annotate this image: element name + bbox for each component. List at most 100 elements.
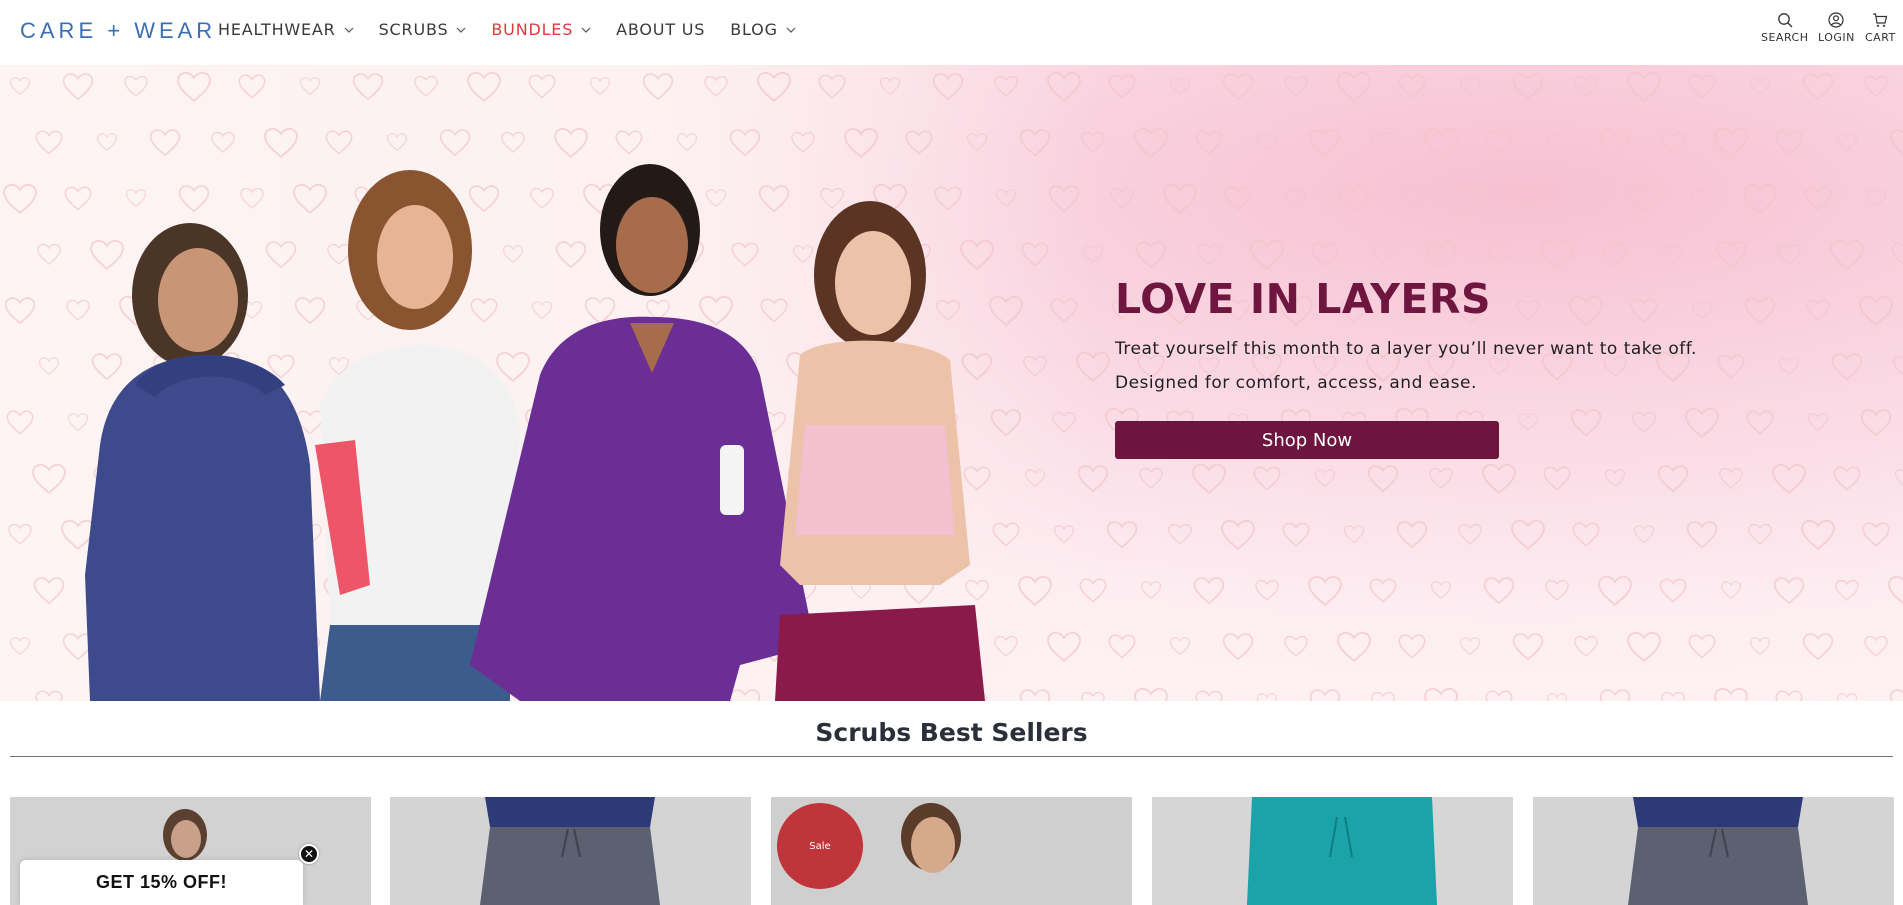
shop-now-button[interactable]: Shop Now <box>1115 421 1499 459</box>
heart-pattern-mark <box>1864 75 1888 98</box>
heart-pattern-mark <box>1598 575 1632 607</box>
heart-pattern-mark <box>1744 297 1776 325</box>
heart-pattern-mark <box>1543 466 1571 491</box>
heart-pattern-mark <box>1893 355 1903 378</box>
heart-pattern-mark <box>1424 127 1458 159</box>
heart-pattern-mark <box>299 77 321 96</box>
nav-item-label: SCRUBS <box>378 20 449 39</box>
heart-pattern-mark <box>1546 133 1568 152</box>
heart-pattern-mark <box>1169 77 1191 96</box>
heart-pattern-mark <box>1574 75 1598 98</box>
heart-pattern-mark <box>1282 522 1310 547</box>
heart-pattern-mark <box>1894 469 1903 488</box>
nav-item-scrubs[interactable]: SCRUBS <box>379 20 467 39</box>
heart-pattern-mark <box>1657 465 1689 493</box>
heart-pattern-mark <box>1806 299 1830 322</box>
product-card[interactable] <box>1533 797 1894 905</box>
search-label: SEARCH <box>1761 31 1809 44</box>
product-image <box>1533 797 1894 905</box>
heart-pattern-mark <box>1801 519 1835 551</box>
heart-pattern-mark <box>9 637 31 656</box>
heart-pattern-mark <box>1859 295 1893 327</box>
heart-pattern-mark <box>1720 581 1742 600</box>
heart-pattern-mark <box>1139 467 1163 490</box>
heart-pattern-mark <box>1627 631 1661 663</box>
chevron-down-icon <box>456 27 466 33</box>
heart-pattern-mark <box>1425 241 1457 269</box>
heart-pattern-mark <box>1572 522 1600 547</box>
nav-item-label: BLOG <box>730 20 778 39</box>
heart-pattern-mark <box>1077 465 1109 493</box>
chevron-down-icon <box>581 27 591 33</box>
heart-pattern-mark <box>8 523 32 546</box>
chevron-down-icon <box>786 27 796 33</box>
heart-pattern-mark <box>1514 186 1542 211</box>
nav-item-bundles[interactable]: BUNDLES <box>491 20 591 39</box>
heart-pattern-mark <box>1772 463 1806 495</box>
heart-pattern-mark <box>1511 519 1545 551</box>
heart-pattern-mark <box>1197 243 1221 266</box>
heart-pattern-mark <box>4 297 36 325</box>
heart-pattern-mark <box>1601 242 1629 267</box>
heart-pattern-mark <box>1836 693 1858 701</box>
sale-badge: Sale <box>777 803 863 889</box>
heart-pattern-mark <box>1424 687 1458 701</box>
heart-pattern-mark <box>1168 523 1192 546</box>
close-icon[interactable]: ✕ <box>299 844 319 864</box>
heart-pattern-mark <box>1688 634 1716 659</box>
heart-pattern-mark <box>1482 463 1516 495</box>
heart-pattern-mark <box>62 73 94 101</box>
heart-pattern-mark <box>1512 73 1544 101</box>
product-card[interactable] <box>390 797 751 905</box>
login-label: LOGIN <box>1818 31 1855 44</box>
heart-pattern-mark <box>1108 634 1136 659</box>
heart-pattern-mark <box>1662 245 1684 264</box>
heart-pattern-mark <box>1337 71 1371 103</box>
heart-pattern-mark <box>1250 239 1284 271</box>
heart-pattern-mark <box>1864 635 1888 658</box>
heart-pattern-mark <box>1079 578 1107 603</box>
heart-pattern-mark <box>1659 578 1687 603</box>
cart-button[interactable]: CART <box>1865 12 1896 44</box>
chevron-down-icon <box>344 27 354 33</box>
product-card[interactable]: Sale <box>771 797 1132 905</box>
heart-pattern-mark <box>1688 74 1716 99</box>
product-card[interactable] <box>1152 797 1513 905</box>
heart-pattern-mark <box>1255 579 1279 602</box>
login-button[interactable]: LOGIN <box>1818 12 1855 44</box>
heart-pattern-mark <box>1108 74 1136 99</box>
heart-pattern-mark <box>704 75 728 98</box>
heart-pattern-mark <box>1889 129 1903 157</box>
heart-pattern-mark <box>1835 579 1859 602</box>
heart-pattern-mark <box>1777 243 1801 266</box>
heart-pattern-mark <box>1253 466 1281 491</box>
heart-pattern-mark <box>1163 183 1197 215</box>
heart-pattern-mark <box>1134 127 1168 159</box>
heart-pattern-mark <box>1106 521 1138 549</box>
search-button[interactable]: SEARCH <box>1761 12 1809 44</box>
heart-pattern-mark <box>1398 634 1426 659</box>
heart-pattern-mark <box>1195 690 1223 701</box>
heart-pattern-mark <box>1400 187 1424 210</box>
heart-pattern-mark <box>1604 469 1626 488</box>
hero-banner: LOVE IN LAYERS Treat yourself this month… <box>0 65 1903 701</box>
heart-pattern-mark <box>1195 130 1223 155</box>
nav-item-about-us[interactable]: ABOUT US <box>616 20 705 39</box>
heart-pattern-mark <box>1343 525 1365 544</box>
heart-pattern-mark <box>1052 411 1076 434</box>
discount-popup-tab[interactable]: GET 15% OFF! <box>20 860 303 905</box>
model-purple-top <box>470 164 815 701</box>
nav-item-healthwear[interactable]: HEALTHWEAR <box>218 20 354 39</box>
best-sellers-title: Scrubs Best Sellers <box>815 718 1088 747</box>
hero-subtitle-line-2: Designed for comfort, access, and ease. <box>1115 373 1477 393</box>
heart-pattern-mark <box>1222 73 1254 101</box>
heart-pattern-mark <box>1743 183 1777 215</box>
nav-item-blog[interactable]: BLOG <box>730 20 796 39</box>
heart-pattern-mark <box>1719 467 1743 490</box>
brand-logo[interactable]: CARE + WEAR <box>20 18 216 44</box>
heart-pattern-mark <box>1748 523 1772 546</box>
heart-pattern-mark <box>1487 243 1511 266</box>
heart-pattern-mark <box>1169 637 1191 656</box>
model-navy-hoodie <box>85 223 320 701</box>
heart-pattern-mark <box>1076 351 1110 383</box>
